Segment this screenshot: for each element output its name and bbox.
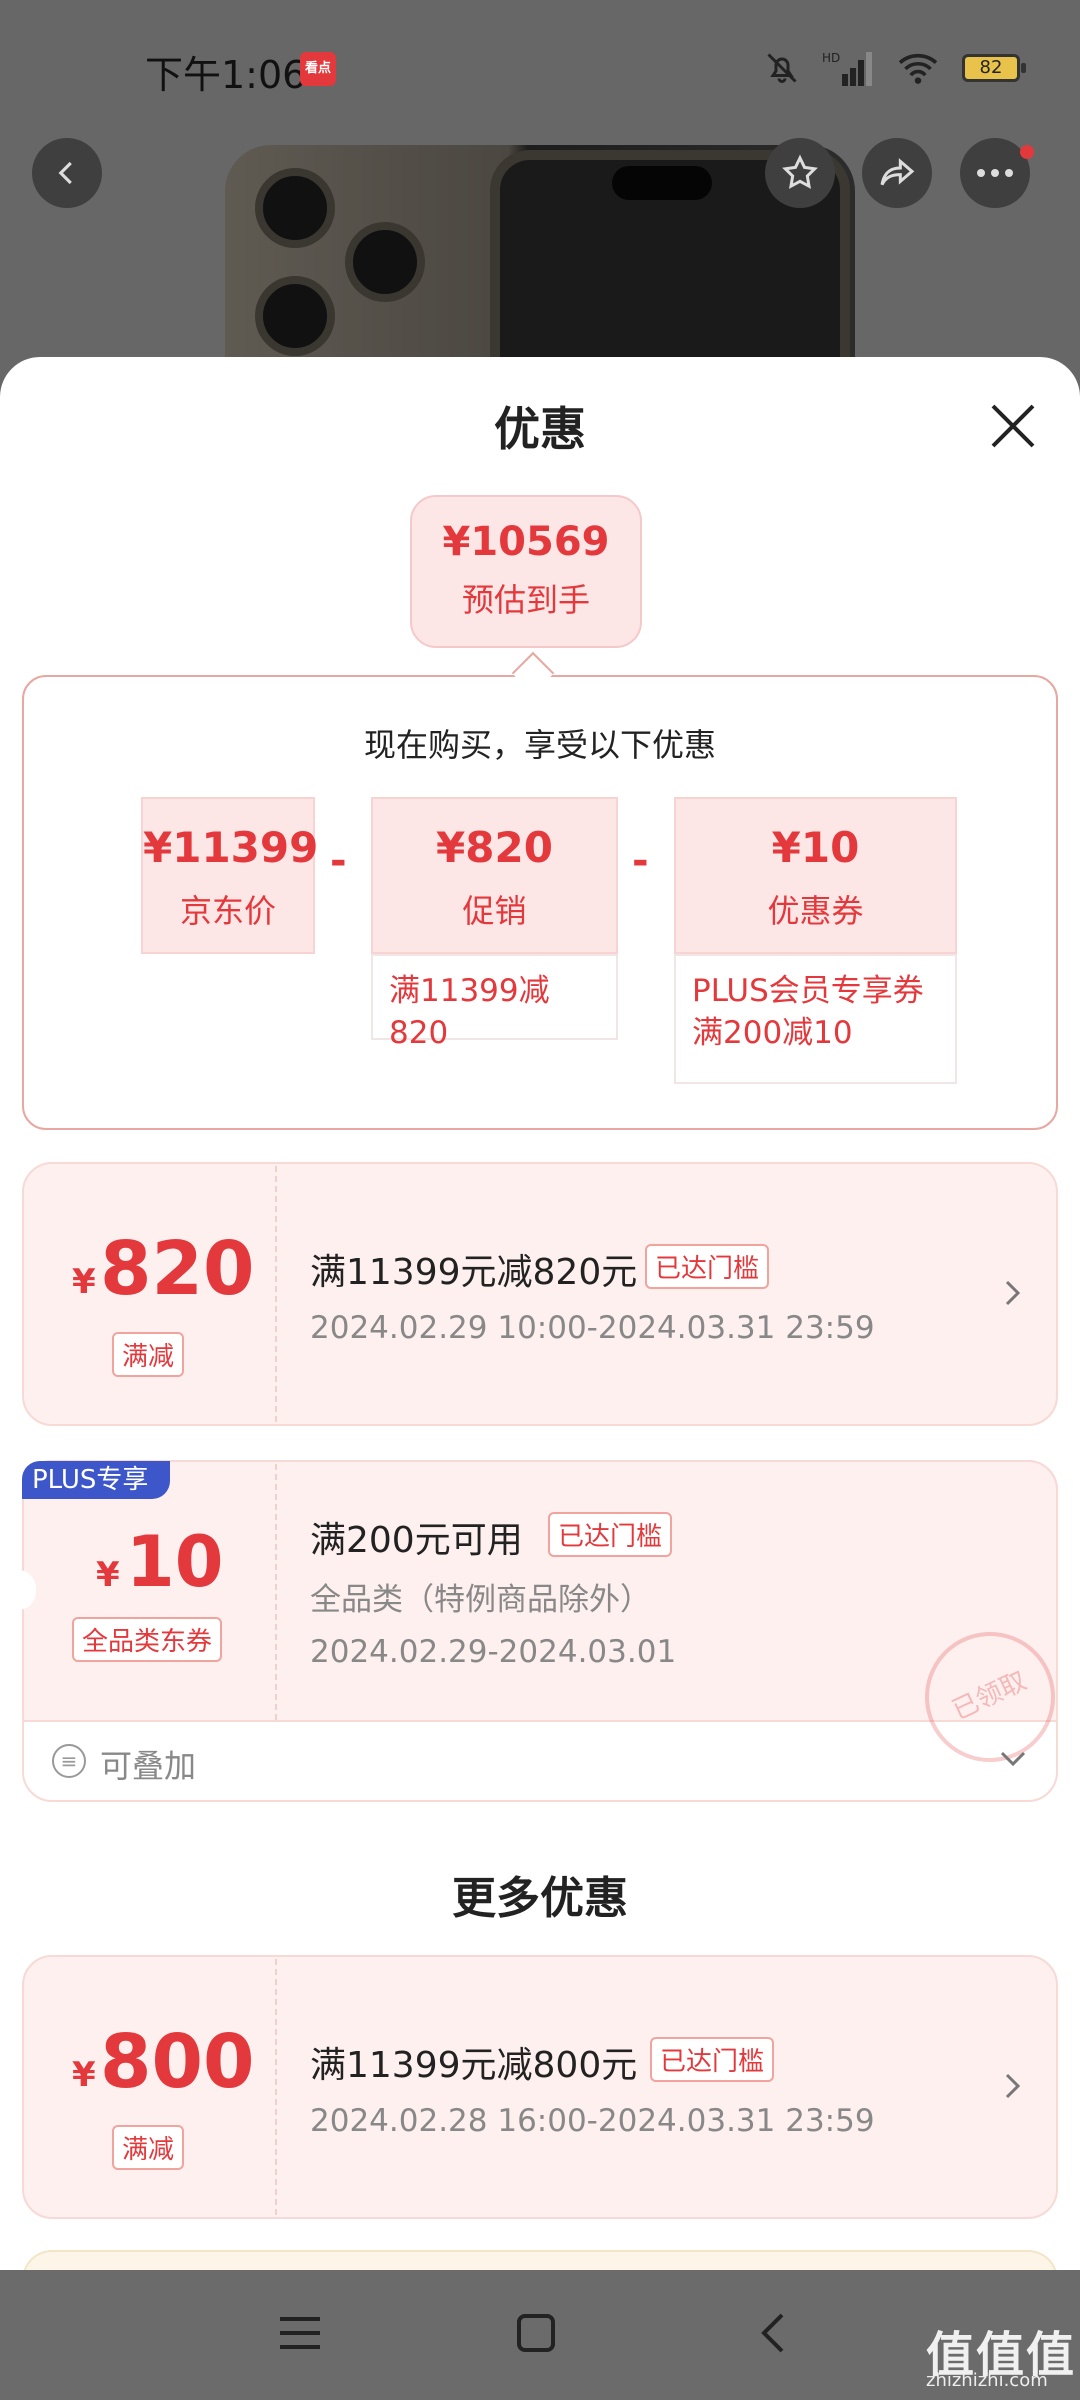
promo-type-tag: 满减 [112,1332,185,1377]
promo-type-tag: 全品类东券 [72,1617,223,1662]
promo-period: 2024.02.28 16:00-2024.03.31 23:59 [310,2103,875,2139]
home-icon [517,2314,555,2352]
promotion-label: 促销 [462,892,527,930]
dynamic-island [612,166,712,200]
coupon-condition-line1: PLUS会员专享券 [692,973,924,1009]
status-icons: HD 82 [764,46,1026,90]
back-button[interactable] [32,138,102,208]
status-time: 下午1:06 [145,53,307,97]
chevron-right-icon[interactable] [1003,1278,1023,1312]
coupon-value: ¥10 [771,823,860,872]
coupon-box: ¥10 优惠券 [674,797,957,954]
jd-price-label: 京东价 [179,892,276,930]
currency-symbol: ¥ [96,1555,120,1595]
more-dots-icon [977,169,1013,177]
promotion-box: ¥820 促销 [371,797,618,954]
share-button[interactable] [862,138,932,208]
chevron-left-icon [58,161,72,185]
chevron-down-icon[interactable] [998,1748,1028,1774]
card-divider [275,1464,277,1720]
sheet-title: 优惠 [494,402,586,456]
favorite-button[interactable] [765,138,835,208]
wifi-icon [898,53,938,84]
promo-title: 满11399元减820元 [310,1252,638,1293]
stack-icon: ≡ [52,1744,86,1778]
threshold-tag: 已达门槛 [548,1512,673,1557]
promo-period: 2024.02.29 10:00-2024.03.31 23:59 [310,1310,875,1346]
app-badge-icon: 看点 [300,52,336,86]
promo-scope: 全品类（特例商品除外） [310,1582,651,1618]
estimated-price-label: 预估到手 [461,581,590,619]
chevron-right-icon[interactable] [1003,2071,1023,2105]
menu-icon [280,2317,320,2349]
camera-lens [255,168,335,248]
summary-heading: 现在购买，享受以下优惠 [363,726,716,764]
card-divider [275,1959,277,2215]
promo-amount: 820 [100,1226,255,1312]
promo-type-tag: 满减 [112,2125,185,2170]
card-divider [275,1166,277,1422]
close-icon [991,404,1035,448]
coupon-condition-line2: 满200减10 [692,1015,853,1051]
notification-dot [1020,145,1034,159]
stackable-label: 可叠加 [100,1747,197,1785]
currency-symbol: ¥ [72,1262,96,1302]
minus-sign: - [330,838,347,884]
svg-text:HD: HD [822,51,840,65]
promotion-value: ¥820 [436,823,553,872]
share-icon [880,158,915,186]
battery-icon: 82 [962,54,1026,82]
coupon-condition: PLUS会员专享券 满200减10 [674,954,957,1084]
system-back-button[interactable] [758,2311,788,2359]
watermark-url: zhizhizhi.com [926,2370,1048,2391]
promotion-condition: 满11399减820 [371,954,618,1051]
more-offers-title: 更多优惠 [452,1873,628,1924]
mute-bell-icon [767,53,797,83]
jd-price-value: ¥11399 [143,823,319,872]
close-button[interactable] [985,398,1041,454]
estimated-price-value: ¥10569 [442,519,610,565]
jd-price-box: ¥11399 京东价 [141,797,319,954]
star-icon [782,154,818,189]
home-button[interactable] [516,2313,556,2357]
camera-lens [255,276,335,356]
plus-badge: PLUS专享 [22,1461,170,1499]
promo-title: 满200元可用 [310,1520,523,1561]
promo-amount: 800 [100,2019,255,2105]
menu-button[interactable] [278,2313,322,2357]
coupon-label: 优惠券 [767,892,864,930]
minus-sign: - [632,838,649,884]
promo-period: 2024.02.29-2024.03.01 [310,1634,677,1670]
threshold-tag: 已达门槛 [650,2037,775,2082]
currency-symbol: ¥ [72,2055,96,2095]
signal-icon: HD [822,51,872,86]
camera-lens [345,222,425,302]
promo-amount: 10 [126,1521,224,1603]
estimated-price: ¥10569 预估到手 [410,495,642,648]
threshold-tag: 已达门槛 [645,1244,770,1289]
promo-title: 满11399元减800元 [310,2045,638,2086]
back-arrow-icon [761,2313,784,2353]
